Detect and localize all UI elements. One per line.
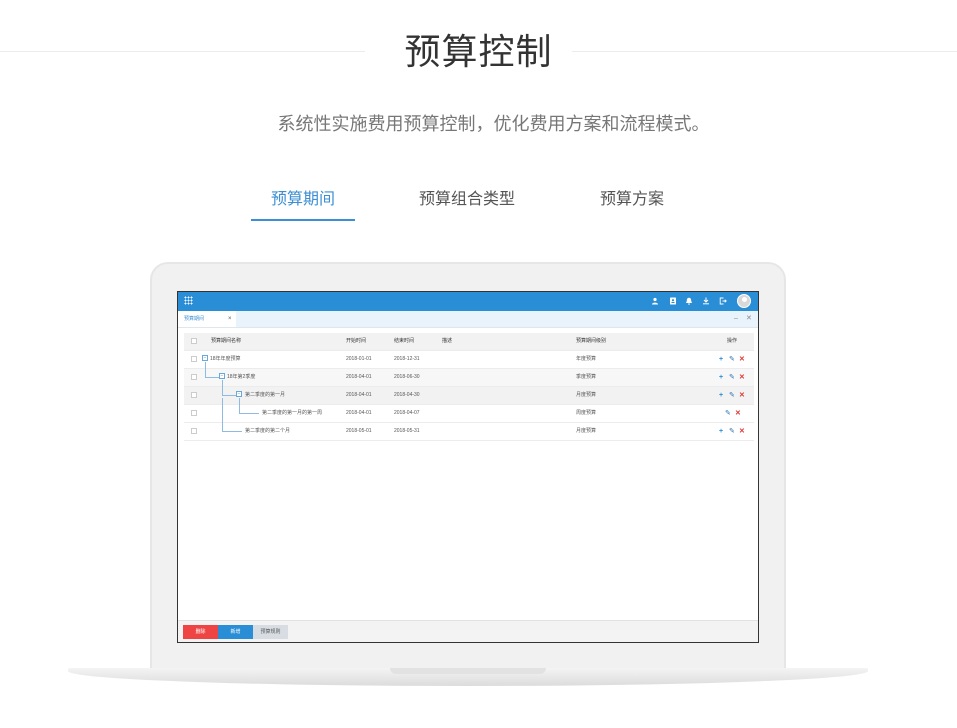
table-row[interactable]: − 18年第2季度 2018-04-01 2018-06-30 季度预算 + ✎… (184, 362, 754, 387)
row-start: 2018-05-01 (346, 428, 372, 434)
row-checkbox[interactable] (191, 356, 197, 362)
edit-icon[interactable]: ✎ (729, 423, 735, 440)
page-subtitle: 系统性实施费用预算控制，优化费用方案和流程模式。 (277, 114, 710, 135)
row-end: 2018-06-30 (394, 374, 420, 380)
table-row[interactable]: 第二季度的第一月的第一周 2018-04-01 2018-04-07 周度预算 … (184, 398, 754, 423)
tree-connector (239, 398, 240, 413)
row-name: 第二季度的第一月 (245, 392, 286, 398)
row-start: 2018-04-01 (346, 374, 372, 380)
document-tab-strip: 预算期间 × – ✕ (178, 311, 758, 328)
header-ops: 操作 (727, 338, 738, 344)
bell-icon[interactable] (685, 297, 693, 305)
delete-icon[interactable]: ✕ (739, 423, 745, 440)
row-level: 周度预算 (576, 410, 597, 416)
doc-tab-label: 预算期间 (184, 316, 205, 322)
row-checkbox[interactable] (191, 392, 197, 398)
select-all-checkbox[interactable] (191, 338, 197, 344)
row-end: 2018-12-31 (394, 356, 420, 362)
edit-icon[interactable]: ✎ (729, 369, 735, 386)
tree-connector (239, 413, 259, 414)
edit-icon[interactable]: ✎ (729, 351, 735, 368)
header-level: 预算期间级别 (576, 338, 607, 344)
row-start: 2018-04-01 (346, 392, 372, 398)
row-checkbox[interactable] (191, 428, 197, 434)
add-child-icon[interactable]: + (719, 387, 723, 404)
new-button[interactable]: 新增 (218, 625, 253, 639)
row-level: 季度预算 (576, 374, 597, 380)
tab-budget-plan[interactable]: 预算方案 (590, 186, 674, 212)
app-footer: 删除 新增 预算规则 (178, 620, 758, 642)
active-tab-underline (251, 219, 355, 221)
row-level: 月度预算 (576, 428, 597, 434)
contacts-icon[interactable] (669, 297, 677, 305)
add-child-icon[interactable]: + (719, 423, 723, 440)
tree-connector (205, 362, 206, 377)
edit-icon[interactable]: ✎ (729, 387, 735, 404)
tree-connector (205, 377, 219, 378)
collapse-toggle-icon[interactable]: − (202, 355, 208, 361)
table-header: 预算期间名称 开始时间 结束时间 描述 预算期间级别 操作 (184, 333, 754, 351)
collapse-toggle-icon[interactable]: − (236, 391, 242, 397)
header-start: 开始时间 (346, 338, 367, 344)
row-end: 2018-05-31 (394, 428, 420, 434)
add-child-icon[interactable]: + (719, 351, 723, 368)
tab-budget-period[interactable]: 预算期间 (252, 186, 354, 212)
collapse-toggle-icon[interactable]: − (219, 373, 225, 379)
close-window-icon[interactable]: ✕ (746, 311, 752, 327)
table-row[interactable]: 第二季度的第二个月 2018-05-01 2018-05-31 月度预算 + ✎… (184, 398, 754, 441)
tab-budget-combo-type[interactable]: 预算组合类型 (408, 186, 526, 212)
row-end: 2018-04-30 (394, 392, 420, 398)
feature-tabs: 预算期间 预算组合类型 预算方案 (0, 186, 957, 222)
laptop-notch (390, 668, 546, 674)
row-end: 2018-04-07 (394, 410, 420, 416)
row-checkbox[interactable] (191, 374, 197, 380)
doc-tab-close-icon[interactable]: × (228, 311, 232, 327)
header-end: 结束时间 (394, 338, 415, 344)
row-level: 年度预算 (576, 356, 597, 362)
logout-icon[interactable] (719, 297, 727, 305)
avatar[interactable] (737, 294, 751, 308)
row-start: 2018-04-01 (346, 410, 372, 416)
tree-connector (222, 398, 223, 431)
download-icon[interactable] (702, 297, 710, 305)
row-name: 第二季度的第二个月 (245, 428, 291, 434)
delete-icon[interactable]: ✕ (739, 351, 745, 368)
grid-menu-icon[interactable] (184, 296, 193, 305)
budget-rule-button[interactable]: 预算规则 (253, 625, 288, 639)
row-start: 2018-01-01 (346, 356, 372, 362)
row-name: 18年年度预算 (210, 356, 241, 362)
add-child-icon[interactable]: + (719, 369, 723, 386)
delete-icon[interactable]: ✕ (739, 387, 745, 404)
delete-icon[interactable]: ✕ (739, 369, 745, 386)
row-name: 18年第2季度 (227, 374, 256, 380)
table-row[interactable]: − 18年年度预算 2018-01-01 2018-12-31 年度预算 + ✎… (184, 351, 754, 369)
header-name: 预算期间名称 (211, 338, 242, 344)
row-checkbox[interactable] (191, 410, 197, 416)
budget-period-table: 预算期间名称 开始时间 结束时间 描述 预算期间级别 操作 − 18年年度预算 … (184, 333, 754, 441)
user-icon[interactable] (651, 297, 659, 305)
delete-button[interactable]: 删除 (183, 625, 218, 639)
row-level: 月度预算 (576, 392, 597, 398)
tree-connector (222, 431, 242, 432)
page-title: 预算控制 (404, 32, 553, 73)
edit-icon[interactable]: ✎ (725, 405, 731, 422)
tree-connector (222, 395, 236, 396)
row-name: 第二季度的第一月的第一周 (262, 410, 323, 416)
minimize-icon[interactable]: – (734, 311, 738, 327)
delete-icon[interactable]: ✕ (735, 405, 741, 422)
header-desc: 描述 (442, 338, 453, 344)
app-screen: 预算期间 × – ✕ 预算期间名称 开始时间 结束时间 描述 预算期间级别 操作… (177, 291, 759, 643)
app-top-bar (178, 292, 758, 311)
tree-connector (222, 380, 223, 395)
table-row[interactable]: − 第二季度的第一月 2018-04-01 2018-04-30 月度预算 + … (184, 380, 754, 405)
